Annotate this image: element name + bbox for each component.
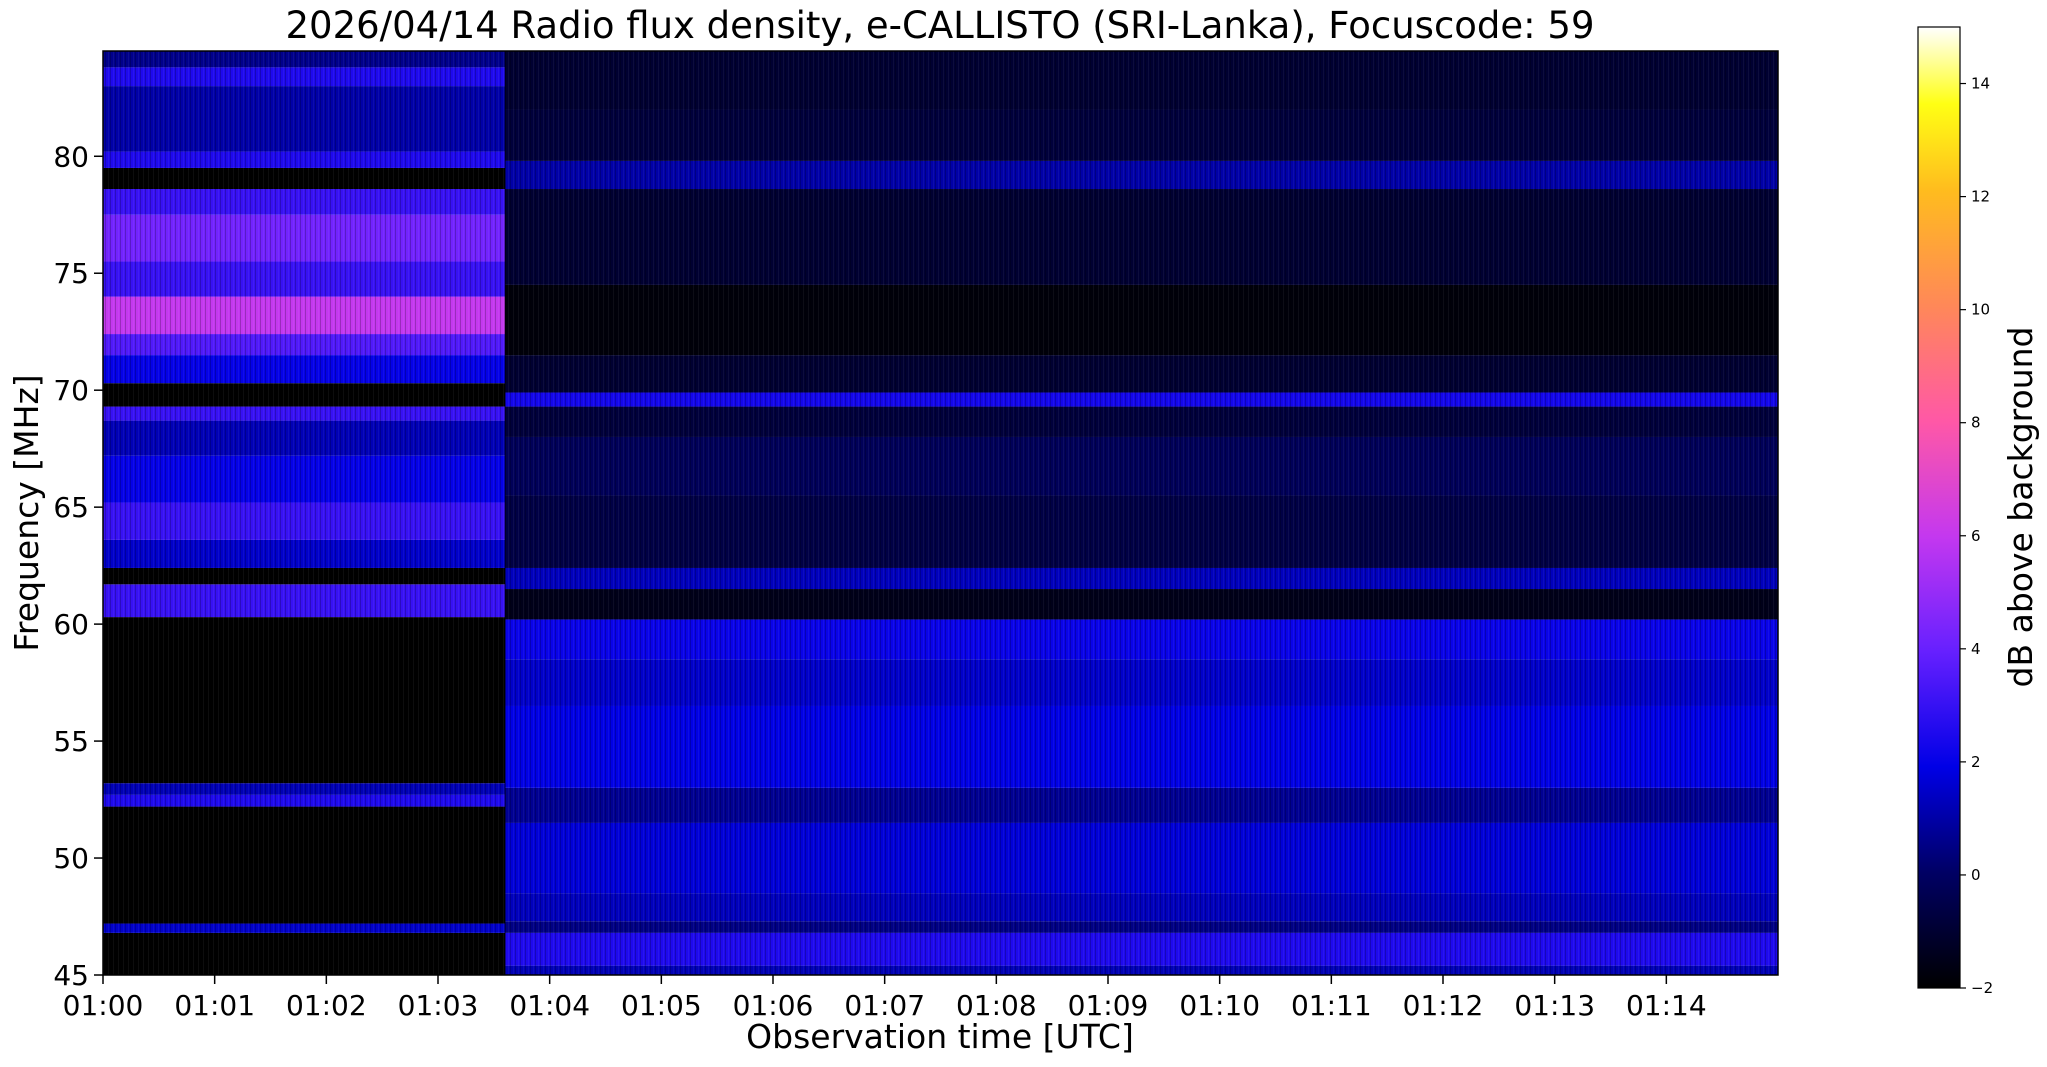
colorbar-tick-label: 0 <box>1971 866 1981 884</box>
colorbar-tick-label: 2 <box>1971 753 1981 771</box>
x-tick-label: 01:14 <box>1626 989 1707 1022</box>
x-tick-label: 01:04 <box>509 989 590 1022</box>
y-tick-label: 55 <box>53 725 89 758</box>
colorbar-ticks: −2 0 2 4 6 8 10 12 14 <box>1960 75 1993 997</box>
y-tick-label: 70 <box>53 374 89 407</box>
colorbar-tick-label: 12 <box>1971 188 1990 206</box>
time-striation-overlay <box>103 51 1778 975</box>
y-tick-label: 50 <box>53 842 89 875</box>
x-tick-label: 01:13 <box>1514 989 1595 1022</box>
colorbar-tick-label: 4 <box>1971 640 1981 658</box>
y-axis-ticks: 45 50 55 60 65 70 75 80 <box>53 140 103 992</box>
x-tick-label: 01:10 <box>1179 989 1260 1022</box>
y-tick-label: 80 <box>53 140 89 173</box>
colorbar-tick-label: 10 <box>1971 301 1990 319</box>
x-tick-label: 01:00 <box>63 989 144 1022</box>
x-tick-label: 01:11 <box>1291 989 1372 1022</box>
y-tick-label: 60 <box>53 608 89 641</box>
y-tick-label: 65 <box>53 491 89 524</box>
x-tick-label: 01:12 <box>1403 989 1484 1022</box>
x-tick-label: 01:02 <box>286 989 367 1022</box>
colorbar <box>1917 26 1961 989</box>
colorbar-tick-label: 8 <box>1971 414 1981 432</box>
colorbar-tick-label: 6 <box>1971 527 1981 545</box>
colorbar-tick-label: −2 <box>1971 979 1993 997</box>
x-tick-label: 01:03 <box>398 989 479 1022</box>
y-tick-label: 45 <box>53 959 89 992</box>
x-axis-ticks: 01:00 01:01 01:02 01:03 01:04 01:05 01:06 01:07… <box>63 975 1707 1022</box>
colorbar-label: dB above background <box>2001 327 2040 688</box>
x-tick-label: 01:05 <box>621 989 702 1022</box>
x-axis-label: Observation time [UTC] <box>746 1017 1134 1056</box>
y-axis-label: Frequency [MHz] <box>7 374 46 651</box>
colorbar-tick-label: 14 <box>1971 75 1990 93</box>
chart-title: 2026/04/14 Radio flux density, e-CALLIST… <box>286 4 1595 47</box>
x-tick-label: 01:01 <box>174 989 255 1022</box>
y-tick-label: 75 <box>53 257 89 290</box>
spectrogram-figure: 2026/04/14 Radio flux density, e-CALLIST… <box>7 4 2040 1056</box>
